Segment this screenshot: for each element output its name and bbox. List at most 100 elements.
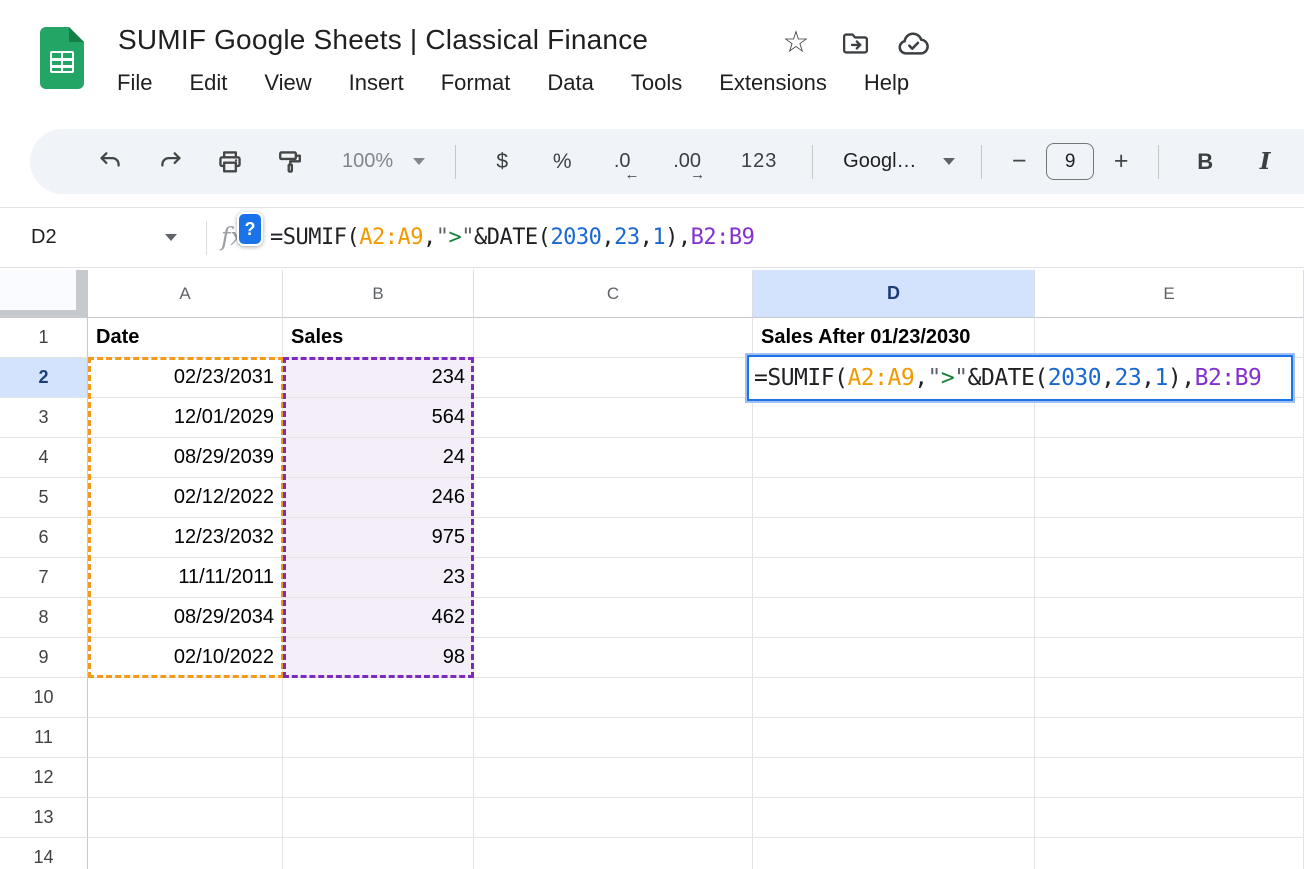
column-header-B[interactable]: B [283, 270, 474, 318]
menu-help[interactable]: Help [864, 70, 909, 96]
increase-font-size-button[interactable]: + [1108, 147, 1134, 176]
formula-input[interactable]: =SUMIF(A2:A9,">"&DATE(2030,23,1),B2:B9 [270, 208, 754, 267]
cell-E7[interactable] [1035, 558, 1304, 598]
cell-B14[interactable] [283, 838, 474, 869]
row-header-5[interactable]: 5 [0, 478, 88, 518]
cell-D13[interactable] [753, 798, 1035, 838]
row-header-11[interactable]: 11 [0, 718, 88, 758]
row-header-12[interactable]: 12 [0, 758, 88, 798]
cell-E9[interactable] [1035, 638, 1304, 678]
cell-A4[interactable]: 08/29/2039 [88, 438, 283, 478]
cell-C7[interactable] [474, 558, 753, 598]
column-header-C[interactable]: C [474, 270, 753, 318]
cell-E14[interactable] [1035, 838, 1304, 869]
cell-A2[interactable]: 02/23/2031 [88, 358, 283, 398]
menu-tools[interactable]: Tools [631, 70, 682, 96]
cell-A6[interactable]: 12/23/2032 [88, 518, 283, 558]
cell-E13[interactable] [1035, 798, 1304, 838]
cell-A11[interactable] [88, 718, 283, 758]
font-family-select[interactable]: Googl… [843, 150, 955, 173]
cell-C10[interactable] [474, 678, 753, 718]
cell-D7[interactable] [753, 558, 1035, 598]
cell-D14[interactable] [753, 838, 1035, 869]
cell-C3[interactable] [474, 398, 753, 438]
cell-B4[interactable]: 24 [283, 438, 474, 478]
cell-A8[interactable]: 08/29/2034 [88, 598, 283, 638]
cell-D6[interactable] [753, 518, 1035, 558]
column-header-E[interactable]: E [1035, 270, 1304, 318]
row-header-8[interactable]: 8 [0, 598, 88, 638]
cell-A10[interactable] [88, 678, 283, 718]
print-button[interactable] [215, 145, 245, 179]
more-formats-button[interactable]: 123 [737, 145, 781, 179]
cell-C11[interactable] [474, 718, 753, 758]
cell-B11[interactable] [283, 718, 474, 758]
cell-C6[interactable] [474, 518, 753, 558]
row-header-7[interactable]: 7 [0, 558, 88, 598]
cell-A9[interactable]: 02/10/2022 [88, 638, 283, 678]
cell-D1[interactable]: Sales After 01/23/2030 [753, 318, 1035, 358]
column-header-D[interactable]: D [753, 270, 1035, 318]
cell-B8[interactable]: 462 [283, 598, 474, 638]
row-header-1[interactable]: 1 [0, 318, 88, 358]
cell-A5[interactable]: 02/12/2022 [88, 478, 283, 518]
paint-format-button[interactable] [275, 145, 305, 179]
row-header-4[interactable]: 4 [0, 438, 88, 478]
cell-A7[interactable]: 11/11/2011 [88, 558, 283, 598]
cell-B3[interactable]: 564 [283, 398, 474, 438]
menu-insert[interactable]: Insert [349, 70, 404, 96]
menu-extensions[interactable]: Extensions [719, 70, 827, 96]
cell-D5[interactable] [753, 478, 1035, 518]
row-header-13[interactable]: 13 [0, 798, 88, 838]
cell-E11[interactable] [1035, 718, 1304, 758]
cell-D4[interactable] [753, 438, 1035, 478]
cell-C13[interactable] [474, 798, 753, 838]
italic-button[interactable]: I [1250, 145, 1280, 179]
cell-A1[interactable]: Date [88, 318, 283, 358]
cell-E5[interactable] [1035, 478, 1304, 518]
decrease-font-size-button[interactable]: − [1006, 147, 1032, 176]
cell-D9[interactable] [753, 638, 1035, 678]
row-header-14[interactable]: 14 [0, 838, 88, 869]
cell-B10[interactable] [283, 678, 474, 718]
cell-C4[interactable] [474, 438, 753, 478]
menu-format[interactable]: Format [441, 70, 511, 96]
cell-C12[interactable] [474, 758, 753, 798]
menu-file[interactable]: File [117, 70, 152, 96]
document-title[interactable]: SUMIF Google Sheets | Classical Finance [118, 24, 648, 56]
cell-B13[interactable] [283, 798, 474, 838]
cell-D10[interactable] [753, 678, 1035, 718]
cell-A14[interactable] [88, 838, 283, 869]
cell-A13[interactable] [88, 798, 283, 838]
cell-E6[interactable] [1035, 518, 1304, 558]
cell-E1[interactable] [1035, 318, 1304, 358]
cell-D11[interactable] [753, 718, 1035, 758]
cell-E12[interactable] [1035, 758, 1304, 798]
column-header-A[interactable]: A [88, 270, 283, 318]
cell-B7[interactable]: 23 [283, 558, 474, 598]
select-all-corner[interactable] [0, 270, 88, 318]
menu-view[interactable]: View [264, 70, 311, 96]
cell-B12[interactable] [283, 758, 474, 798]
cell-B6[interactable]: 975 [283, 518, 474, 558]
active-cell-editor[interactable]: =SUMIF(A2:A9,">"&DATE(2030,23,1),B2:B9 [747, 355, 1293, 401]
cell-C9[interactable] [474, 638, 753, 678]
formula-help-badge[interactable]: ? [237, 212, 263, 246]
cell-D12[interactable] [753, 758, 1035, 798]
cell-D8[interactable] [753, 598, 1035, 638]
format-percent-button[interactable]: % [547, 145, 577, 179]
cell-E3[interactable] [1035, 398, 1304, 438]
menu-data[interactable]: Data [547, 70, 593, 96]
cell-C2[interactable] [474, 358, 753, 398]
cell-E10[interactable] [1035, 678, 1304, 718]
name-box[interactable]: D2 [31, 208, 57, 267]
cell-C1[interactable] [474, 318, 753, 358]
zoom-control[interactable]: 100% [342, 150, 425, 173]
cell-E4[interactable] [1035, 438, 1304, 478]
cell-B9[interactable]: 98 [283, 638, 474, 678]
row-header-3[interactable]: 3 [0, 398, 88, 438]
cell-A3[interactable]: 12/01/2029 [88, 398, 283, 438]
cell-C5[interactable] [474, 478, 753, 518]
undo-button[interactable] [95, 145, 125, 179]
menu-edit[interactable]: Edit [189, 70, 227, 96]
